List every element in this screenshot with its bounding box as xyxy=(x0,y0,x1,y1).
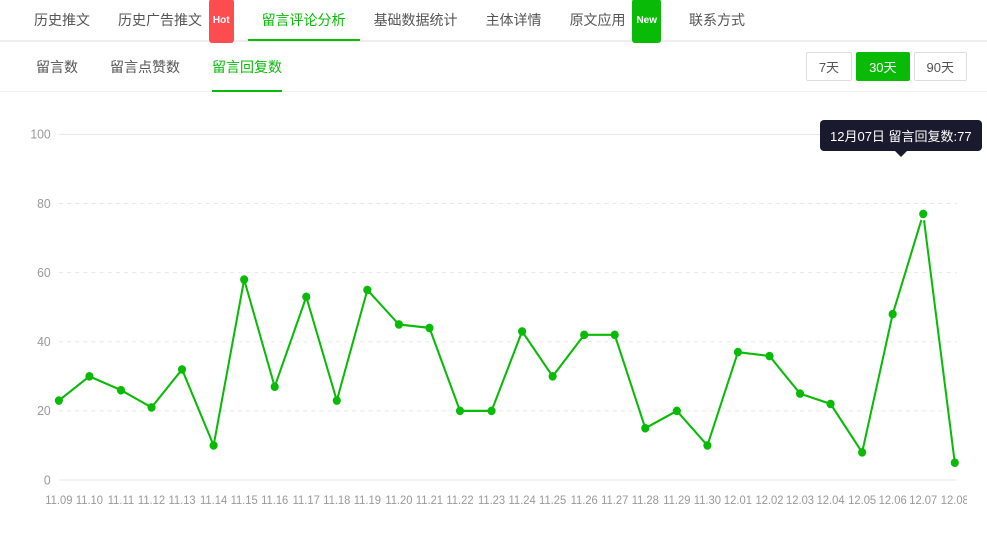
svg-text:0: 0 xyxy=(44,473,51,487)
sub-navigation: 留言数 留言点赞数 留言回复数 7天 30天 90天 xyxy=(0,42,987,92)
nav-original-app[interactable]: 原文应用 New xyxy=(556,0,675,41)
top-navigation: 历史推文 历史广告推文 Hot 留言评论分析 基础数据统计 主体详情 原文应用 … xyxy=(0,0,987,42)
svg-text:12.01: 12.01 xyxy=(724,494,752,506)
svg-text:11.25: 11.25 xyxy=(539,494,566,506)
svg-text:12.07: 12.07 xyxy=(909,494,937,506)
nav-contact[interactable]: 联系方式 xyxy=(675,0,759,41)
svg-text:11.28: 11.28 xyxy=(632,494,659,506)
svg-text:11.23: 11.23 xyxy=(478,494,505,506)
new-badge: New xyxy=(632,0,661,43)
svg-text:11.10: 11.10 xyxy=(76,494,103,506)
svg-text:11.16: 11.16 xyxy=(261,494,288,506)
svg-text:11.13: 11.13 xyxy=(168,494,195,506)
svg-text:11.15: 11.15 xyxy=(231,494,258,506)
y-axis: 100 80 60 40 20 0 xyxy=(30,127,956,487)
x-axis: 11.09 11.10 11.11 11.12 11.13 11.14 11.1… xyxy=(45,494,967,506)
svg-text:100: 100 xyxy=(30,127,50,141)
svg-text:11.21: 11.21 xyxy=(416,494,443,506)
svg-text:12.03: 12.03 xyxy=(786,494,814,506)
tab-comment-likes[interactable]: 留言点赞数 xyxy=(94,42,196,92)
time-30-days[interactable]: 30天 xyxy=(856,52,909,81)
svg-text:11.14: 11.14 xyxy=(200,494,228,506)
svg-text:11.12: 11.12 xyxy=(138,494,165,506)
svg-text:12.08: 12.08 xyxy=(941,494,967,506)
tab-comment-count[interactable]: 留言数 xyxy=(20,42,94,92)
svg-text:11.30: 11.30 xyxy=(694,494,721,506)
svg-text:12.05: 12.05 xyxy=(848,494,876,506)
svg-text:20: 20 xyxy=(37,404,51,418)
svg-text:40: 40 xyxy=(37,335,51,349)
svg-text:11.22: 11.22 xyxy=(446,494,473,506)
svg-text:12.04: 12.04 xyxy=(817,494,846,506)
line-chart: 100 80 60 40 20 0 11.09 11.10 11.11 11.1… xyxy=(10,102,967,534)
tab-comment-replies[interactable]: 留言回复数 xyxy=(196,42,298,92)
svg-text:11.19: 11.19 xyxy=(354,494,381,506)
chart-line xyxy=(59,214,955,463)
nav-basic-stats[interactable]: 基础数据统计 xyxy=(360,0,472,41)
nav-history-ad[interactable]: 历史广告推文 Hot xyxy=(104,0,248,41)
svg-text:11.09: 11.09 xyxy=(45,494,72,506)
svg-text:11.20: 11.20 xyxy=(385,494,412,506)
time-buttons: 7天 30天 90天 xyxy=(806,52,967,81)
svg-text:60: 60 xyxy=(37,266,51,280)
nav-history-post[interactable]: 历史推文 xyxy=(20,0,104,41)
chart-dots xyxy=(55,208,959,467)
nav-comment-analysis[interactable]: 留言评论分析 xyxy=(248,0,360,41)
svg-text:12.06: 12.06 xyxy=(879,494,907,506)
svg-text:12.02: 12.02 xyxy=(755,494,783,506)
svg-text:80: 80 xyxy=(37,197,51,211)
nav-subject-detail[interactable]: 主体详情 xyxy=(472,0,556,41)
sub-tabs: 留言数 留言点赞数 留言回复数 xyxy=(20,42,298,92)
svg-text:11.24: 11.24 xyxy=(509,494,537,506)
svg-text:11.27: 11.27 xyxy=(601,494,628,506)
svg-text:11.11: 11.11 xyxy=(108,494,134,506)
time-7-days[interactable]: 7天 xyxy=(806,52,852,81)
chart-area: 12月07日 留言回复数:77 100 80 60 40 20 0 11.0 xyxy=(0,92,987,544)
svg-text:11.29: 11.29 xyxy=(663,494,690,506)
svg-text:11.17: 11.17 xyxy=(293,494,320,506)
time-90-days[interactable]: 90天 xyxy=(914,52,967,81)
svg-text:11.26: 11.26 xyxy=(571,494,598,506)
hot-badge: Hot xyxy=(209,0,234,43)
svg-text:11.18: 11.18 xyxy=(323,494,350,506)
